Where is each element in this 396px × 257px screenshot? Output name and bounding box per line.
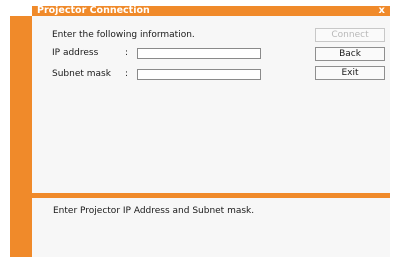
subnet-mask-input[interactable]	[137, 69, 261, 80]
instruction-text: Enter the following information.	[52, 30, 195, 40]
form-panel	[32, 16, 390, 193]
ip-address-label: IP address	[52, 48, 99, 58]
status-message: Enter Projector IP Address and Subnet ma…	[53, 206, 255, 216]
subnet-mask-label: Subnet mask	[52, 69, 111, 79]
subnet-mask-colon: :	[125, 69, 129, 79]
ip-address-colon: :	[125, 48, 129, 58]
exit-button[interactable]: Exit	[315, 66, 385, 80]
title-bar: Projector Connection x	[32, 5, 390, 16]
connect-button[interactable]: Connect	[315, 28, 385, 42]
back-button[interactable]: Back	[315, 47, 385, 61]
ip-address-input[interactable]	[137, 48, 261, 59]
